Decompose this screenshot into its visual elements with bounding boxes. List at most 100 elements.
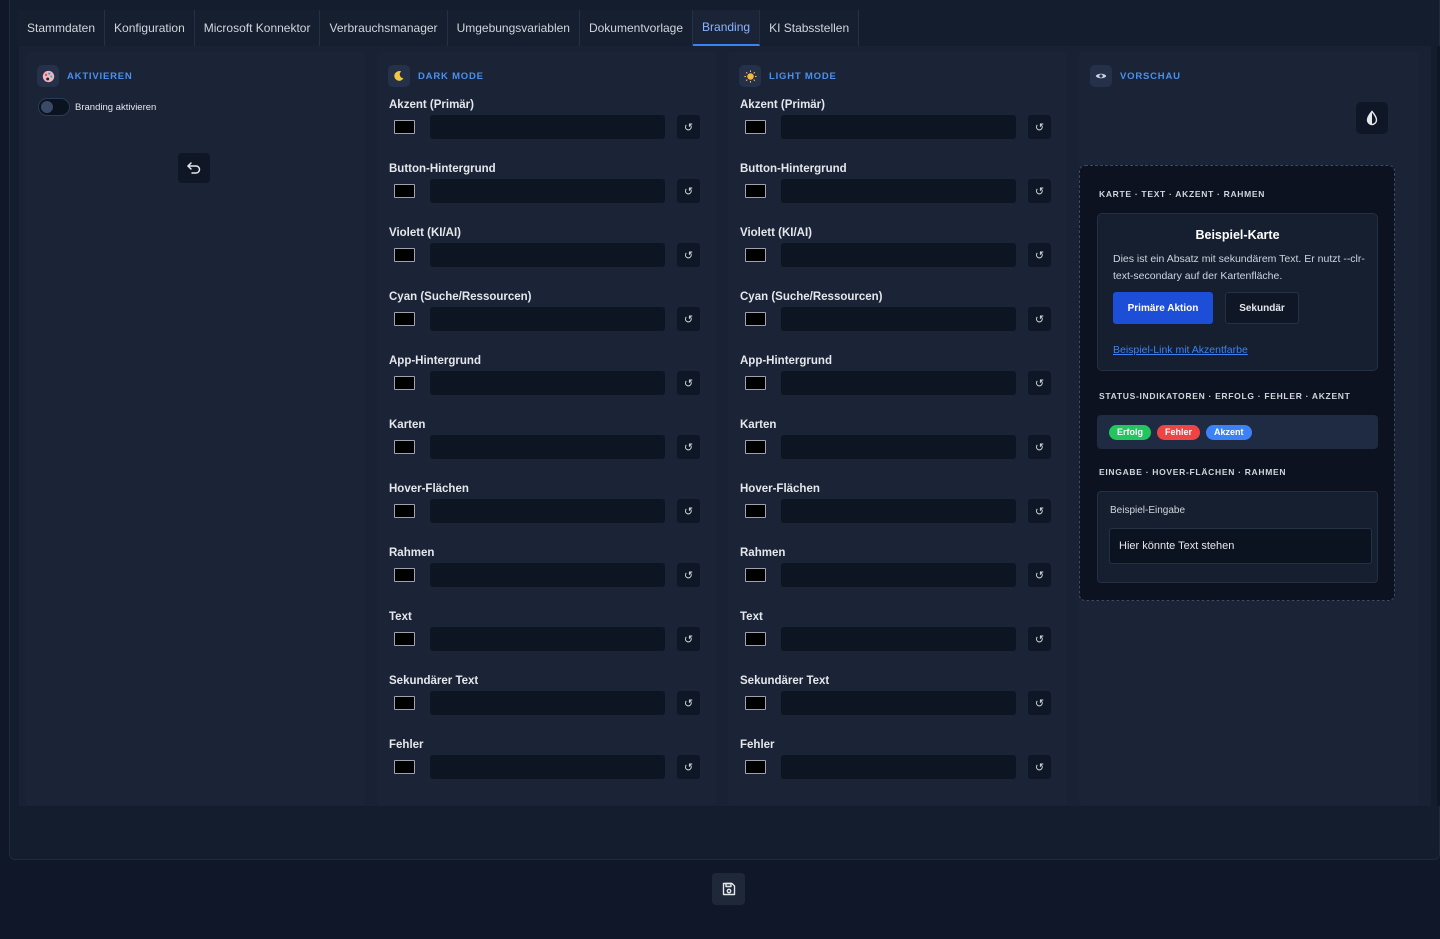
color-swatch[interactable]	[745, 248, 766, 262]
sample-link[interactable]: Beispiel-Link mit Akzentfarbe	[1113, 344, 1248, 356]
sample-card-title: Beispiel-Karte	[1195, 228, 1280, 242]
color-swatch[interactable]	[745, 120, 766, 134]
color-swatch[interactable]	[394, 568, 415, 582]
theme-toggle-button[interactable]	[1356, 102, 1388, 134]
color-hex-input[interactable]	[781, 691, 1016, 715]
tab-umgebungsvariablen[interactable]: Umgebungsvariablen	[447, 10, 580, 46]
reset-color-button[interactable]: ↺	[1028, 691, 1051, 715]
color-label: Violett (KI/AI)	[740, 227, 812, 239]
status-indicators: Erfolg Fehler Akzent	[1097, 415, 1378, 449]
reset-color-button[interactable]: ↺	[677, 307, 700, 331]
color-hex-input[interactable]	[430, 435, 665, 459]
reset-color-button[interactable]: ↺	[1028, 435, 1051, 459]
activate-header: AKTIVIEREN	[37, 65, 133, 87]
color-hex-input[interactable]	[781, 115, 1016, 139]
color-swatch[interactable]	[394, 248, 415, 262]
color-hex-input[interactable]	[430, 563, 665, 587]
reset-color-button[interactable]: ↺	[677, 115, 700, 139]
color-hex-input[interactable]	[781, 627, 1016, 651]
color-hex-input[interactable]	[781, 243, 1016, 267]
reset-color-button[interactable]: ↺	[677, 563, 700, 587]
color-swatch[interactable]	[394, 760, 415, 774]
color-row: Text ↺	[728, 611, 1058, 675]
reset-color-button[interactable]: ↺	[677, 243, 700, 267]
color-swatch[interactable]	[745, 376, 766, 390]
tab-microsoft-konnektor[interactable]: Microsoft Konnektor	[194, 10, 321, 46]
undo-button[interactable]	[178, 153, 210, 183]
color-row: Sekundärer Text ↺	[377, 675, 707, 739]
color-swatch[interactable]	[745, 760, 766, 774]
sample-input[interactable]	[1109, 528, 1372, 564]
reset-icon: ↺	[683, 568, 694, 582]
color-swatch[interactable]	[745, 312, 766, 326]
color-hex-input[interactable]	[781, 307, 1016, 331]
tab-dokumentvorlage[interactable]: Dokumentvorlage	[579, 10, 694, 46]
color-swatch[interactable]	[394, 184, 415, 198]
reset-color-button[interactable]: ↺	[677, 435, 700, 459]
color-swatch[interactable]	[394, 120, 415, 134]
tab-branding[interactable]: Branding	[693, 10, 761, 46]
reset-color-button[interactable]: ↺	[677, 755, 700, 779]
color-hex-input[interactable]	[430, 243, 665, 267]
color-hex-input[interactable]	[781, 563, 1016, 587]
color-swatch[interactable]	[745, 504, 766, 518]
color-swatch[interactable]	[394, 376, 415, 390]
color-swatch[interactable]	[394, 312, 415, 326]
color-hex-input[interactable]	[430, 499, 665, 523]
save-button[interactable]	[712, 873, 745, 905]
color-hex-input[interactable]	[781, 499, 1016, 523]
tab-verbrauchsmanager[interactable]: Verbrauchsmanager	[320, 10, 448, 46]
color-hex-input[interactable]	[781, 755, 1016, 779]
color-row: Rahmen ↺	[377, 547, 707, 611]
reset-color-button[interactable]: ↺	[677, 179, 700, 203]
color-hex-input[interactable]	[781, 371, 1016, 395]
reset-color-button[interactable]: ↺	[677, 499, 700, 523]
color-swatch[interactable]	[394, 696, 415, 710]
primary-action-button[interactable]: Primäre Aktion	[1113, 292, 1213, 324]
tab-stammdaten[interactable]: Stammdaten	[18, 10, 106, 46]
color-row: Button-Hintergrund ↺	[728, 163, 1058, 227]
color-label: Akzent (Primär)	[389, 99, 474, 111]
color-swatch[interactable]	[394, 440, 415, 454]
reset-color-button[interactable]: ↺	[1028, 243, 1051, 267]
reset-color-button[interactable]: ↺	[677, 691, 700, 715]
reset-color-button[interactable]: ↺	[1028, 307, 1051, 331]
color-swatch[interactable]	[745, 568, 766, 582]
reset-color-button[interactable]: ↺	[677, 627, 700, 651]
reset-color-button[interactable]: ↺	[1028, 563, 1051, 587]
color-hex-input[interactable]	[781, 435, 1016, 459]
reset-color-button[interactable]: ↺	[1028, 499, 1051, 523]
color-hex-input[interactable]	[430, 627, 665, 651]
preview-box: KARTE · TEXT · AKZENT · RAHMEN Beispiel-…	[1079, 165, 1395, 601]
reset-color-button[interactable]: ↺	[1028, 627, 1051, 651]
color-swatch[interactable]	[394, 504, 415, 518]
color-hex-input[interactable]	[430, 307, 665, 331]
color-swatch[interactable]	[745, 184, 766, 198]
tab-ki-stabsstellen[interactable]: KI Stabsstellen	[760, 10, 860, 46]
tab-konfiguration[interactable]: Konfiguration	[105, 10, 195, 46]
sample-input-card: Beispiel-Eingabe	[1097, 491, 1378, 583]
reset-color-button[interactable]: ↺	[1028, 371, 1051, 395]
color-swatch[interactable]	[745, 632, 766, 646]
color-hex-input[interactable]	[430, 115, 665, 139]
color-swatch[interactable]	[394, 632, 415, 646]
color-hex-input[interactable]	[430, 179, 665, 203]
branding-toggle[interactable]	[38, 98, 70, 116]
color-row: Karten ↺	[377, 419, 707, 483]
color-hex-input[interactable]	[430, 755, 665, 779]
secondary-button[interactable]: Sekundär	[1225, 292, 1299, 324]
sun-icon	[739, 65, 761, 87]
color-swatch[interactable]	[745, 696, 766, 710]
reset-color-button[interactable]: ↺	[677, 371, 700, 395]
color-label: Button-Hintergrund	[389, 163, 496, 175]
color-label: Akzent (Primär)	[740, 99, 825, 111]
color-hex-input[interactable]	[781, 179, 1016, 203]
color-hex-input[interactable]	[430, 691, 665, 715]
reset-color-button[interactable]: ↺	[1028, 115, 1051, 139]
reset-color-button[interactable]: ↺	[1028, 179, 1051, 203]
color-swatch[interactable]	[745, 440, 766, 454]
color-hex-input[interactable]	[430, 371, 665, 395]
color-row: Akzent (Primär) ↺	[728, 99, 1058, 163]
reset-color-button[interactable]: ↺	[1028, 755, 1051, 779]
reset-icon: ↺	[683, 312, 694, 326]
